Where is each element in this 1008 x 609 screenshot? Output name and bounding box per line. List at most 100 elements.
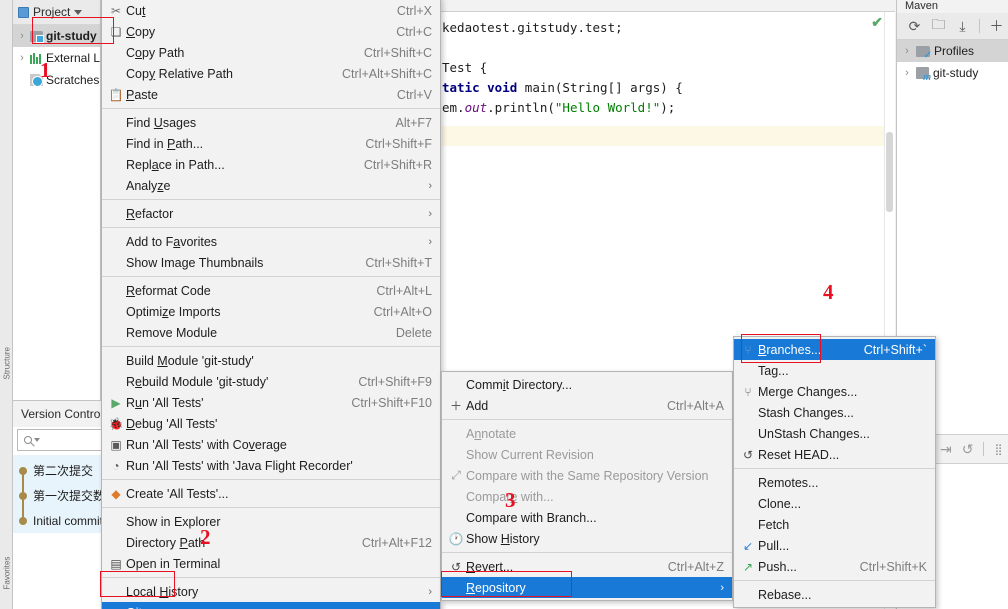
menu-item-compare-with-branch[interactable]: Compare with Branch... <box>442 507 732 528</box>
menu-item-rebuild-module-git-study[interactable]: Rebuild Module 'git-study' Ctrl+Shift+F9 <box>102 371 440 392</box>
editor-scrollbar-thumb[interactable] <box>886 132 893 212</box>
menu-item-label: Revert... <box>466 559 514 574</box>
menu-item-merge-changes[interactable]: ⑂ Merge Changes... <box>734 381 935 402</box>
menu-item-find-usages[interactable]: Find Usages Alt+F7 <box>102 112 440 133</box>
menu-item-rebase[interactable]: Rebase... <box>734 584 935 605</box>
more-icon[interactable]: ⣿ <box>994 443 1002 456</box>
menu-item-label: UnStash Changes... <box>758 426 870 441</box>
menu-item-compare-with-the-same-repository-version[interactable]: ⤢ Compare with the Same Repository Versio… <box>442 465 732 486</box>
tree-item-external-libraries[interactable]: › External L <box>13 47 100 69</box>
menu-item-directory-path[interactable]: Directory Path Ctrl+Alt+F12 <box>102 532 440 553</box>
menu-item-fetch[interactable]: Fetch <box>734 514 935 535</box>
repository-submenu[interactable]: ⑂ Branches... Ctrl+Shift+` Tag... ⑂ Merge Cha… <box>733 336 936 608</box>
code-content[interactable]: kedaotest.gitstudy.test; Test { tatic vo… <box>440 12 895 146</box>
version-control-search-input[interactable] <box>17 429 109 451</box>
menu-item-run-all-tests-with-java-flight-recorder[interactable]: ◔ Run 'All Tests' with 'Java Flight Recor… <box>102 455 440 476</box>
menu-item-show-image-thumbnails[interactable]: Show Image Thumbnails Ctrl+Shift+T <box>102 252 440 273</box>
expander-icon[interactable]: › <box>902 67 912 79</box>
expander-icon[interactable]: › <box>17 52 27 64</box>
menu-item-show-history[interactable]: 🕐 Show History <box>442 528 732 549</box>
compare-icon: ⤢ <box>451 468 461 482</box>
list-item[interactable]: 第一次提交数据 <box>13 483 117 508</box>
menu-item-debug-all-tests[interactable]: 🐞 Debug 'All Tests' <box>102 413 440 434</box>
collapse-icon[interactable]: ⇥ <box>940 441 952 458</box>
menu-item-label: Add to Favorites <box>126 234 218 249</box>
menu-item-push[interactable]: ↗ Push... Ctrl+Shift+K <box>734 556 935 577</box>
menu-item-tag[interactable]: Tag... <box>734 360 935 381</box>
menu-item-cut[interactable]: ✂ Cut Ctrl+X <box>102 0 440 21</box>
menu-item-copy-path[interactable]: Copy Path Ctrl+Shift+C <box>102 42 440 63</box>
menu-item-repository[interactable]: Repository › <box>442 577 732 598</box>
context-menu[interactable]: ✂ Cut Ctrl+X ❏ Copy Ctrl+C Copy Path Ctrl+Shift… <box>101 0 441 609</box>
menu-item-label: Paste <box>126 87 158 102</box>
menu-item-label: Optimize Imports <box>126 304 221 319</box>
menu-item-stash-changes[interactable]: Stash Changes... <box>734 402 935 423</box>
maven-tree-item-profiles[interactable]: › Profiles <box>897 40 1008 62</box>
maven-tree-item-git-study[interactable]: › git-study <box>897 62 1008 84</box>
menu-item-reformat-code[interactable]: Reformat Code Ctrl+Alt+L <box>102 280 440 301</box>
menu-item-copy-relative-path[interactable]: Copy Relative Path Ctrl+Alt+Shift+C <box>102 63 440 84</box>
commit-node-icon <box>19 466 27 475</box>
menu-item-remotes[interactable]: Remotes... <box>734 472 935 493</box>
download-icon[interactable]: ⤓ <box>955 18 970 34</box>
menu-item-run-all-tests-with-coverage[interactable]: ▣ Run 'All Tests' with Coverage <box>102 434 440 455</box>
menu-item-branches[interactable]: ⑂ Branches... Ctrl+Shift+` <box>734 339 935 360</box>
tree-item-git-study[interactable]: › git-study <box>13 25 100 47</box>
menu-item-label: Create 'All Tests'... <box>126 486 229 501</box>
menu-item-label: Copy Relative Path <box>126 66 234 81</box>
project-panel-header[interactable]: Project <box>13 0 100 25</box>
menu-item-label: Replace in Path... <box>126 157 225 172</box>
chevron-down-icon[interactable] <box>34 438 40 442</box>
chevron-down-icon[interactable] <box>74 9 83 15</box>
menu-item-paste[interactable]: 📋 Paste Ctrl+V <box>102 84 440 105</box>
menu-item-commit-directory[interactable]: Commit Directory... <box>442 374 732 395</box>
chevron-right-icon: › <box>428 585 432 598</box>
toolbar-divider <box>979 19 980 33</box>
menu-item-add[interactable]: ＋ Add Ctrl+Alt+A <box>442 395 732 416</box>
menu-item-analyze[interactable]: Analyze › <box>102 175 440 196</box>
tree-item-scratches[interactable]: Scratches <box>13 69 100 91</box>
menu-item-shortcut: Ctrl+Shift+C <box>363 45 432 60</box>
refresh-icon[interactable]: ⟳ <box>907 18 922 34</box>
menu-item-revert[interactable]: ↺ Revert... Ctrl+Alt+Z <box>442 556 732 577</box>
tool-strip-label-favorites[interactable]: Favorites <box>3 550 12 590</box>
expander-icon[interactable]: › <box>902 45 912 57</box>
menu-item-git[interactable]: Git› <box>102 602 440 609</box>
menu-item-find-in-path[interactable]: Find in Path... Ctrl+Shift+F <box>102 133 440 154</box>
menu-item-run-all-tests[interactable]: ▶ Run 'All Tests' Ctrl+Shift+F10 <box>102 392 440 413</box>
commit-list: 第二次提交 第一次提交数据 Initial commit <box>13 455 117 533</box>
list-item[interactable]: 第二次提交 <box>13 458 113 483</box>
menu-item-pull[interactable]: ↙ Pull... <box>734 535 935 556</box>
menu-item-refactor[interactable]: Refactor › <box>102 203 440 224</box>
menu-item-unstash-changes[interactable]: UnStash Changes... <box>734 423 935 444</box>
project-panel-title: Project <box>33 5 71 19</box>
menu-item-show-in-explorer[interactable]: Show in Explorer <box>102 511 440 532</box>
expander-icon[interactable]: › <box>17 30 27 42</box>
menu-item-copy[interactable]: ❏ Copy Ctrl+C <box>102 21 440 42</box>
menu-item-annotate[interactable]: Annotate <box>442 423 732 444</box>
list-item[interactable]: Initial commit <box>13 508 113 533</box>
menu-item-optimize-imports[interactable]: Optimize Imports Ctrl+Alt+O <box>102 301 440 322</box>
menu-item-label: Annotate <box>466 426 517 441</box>
menu-item-replace-in-path[interactable]: Replace in Path... Ctrl+Shift+R <box>102 154 440 175</box>
menu-item-compare-with[interactable]: Compare with... <box>442 486 732 507</box>
menu-item-local-history[interactable]: Local History › <box>102 581 440 602</box>
inspection-ok-icon[interactable]: ✔ <box>871 14 883 31</box>
menu-item-remove-module[interactable]: Remove Module Delete <box>102 322 440 343</box>
menu-item-build-module-git-study[interactable]: Build Module 'git-study' <box>102 350 440 371</box>
git-submenu[interactable]: Commit Directory... ＋ Add Ctrl+Alt+A Annotat… <box>441 371 733 601</box>
menu-item-clone[interactable]: Clone... <box>734 493 935 514</box>
menu-item-reset-head[interactable]: ↺ Reset HEAD... <box>734 444 935 465</box>
menu-item-show-current-revision[interactable]: Show Current Revision <box>442 444 732 465</box>
left-tool-strip[interactable]: Structure Favorites <box>0 0 13 609</box>
tool-strip-label-structure[interactable]: Structure <box>3 340 12 379</box>
maven-panel-title: Maven <box>897 0 1008 13</box>
menu-item-add-to-favorites[interactable]: Add to Favorites › <box>102 231 440 252</box>
menu-item-open-in-terminal[interactable]: ▤ Open in Terminal <box>102 553 440 574</box>
add-folder-icon[interactable]: 🗀 <box>931 16 946 34</box>
menu-item-create-all-tests[interactable]: ◆ Create 'All Tests'... <box>102 483 440 504</box>
menu-item-shortcut: Delete <box>395 325 432 340</box>
menu-item-label: Rebase... <box>758 587 812 602</box>
revert-icon[interactable]: ↺ <box>962 441 974 458</box>
plus-icon[interactable]: ＋ <box>989 18 1004 34</box>
